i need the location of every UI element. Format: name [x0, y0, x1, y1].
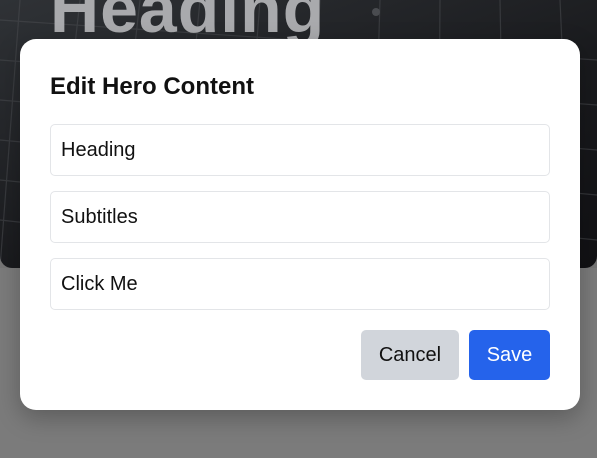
- heading-input[interactable]: [50, 124, 550, 176]
- modal-title: Edit Hero Content: [50, 73, 254, 100]
- subtitle-input[interactable]: [50, 191, 550, 243]
- button-text-input[interactable]: [50, 258, 550, 310]
- cancel-button[interactable]: Cancel: [361, 330, 459, 380]
- save-button[interactable]: Save: [469, 330, 550, 380]
- page: Heading Edit Hero Content Cancel Save: [0, 0, 597, 458]
- edit-hero-modal: Edit Hero Content Cancel Save: [20, 39, 580, 410]
